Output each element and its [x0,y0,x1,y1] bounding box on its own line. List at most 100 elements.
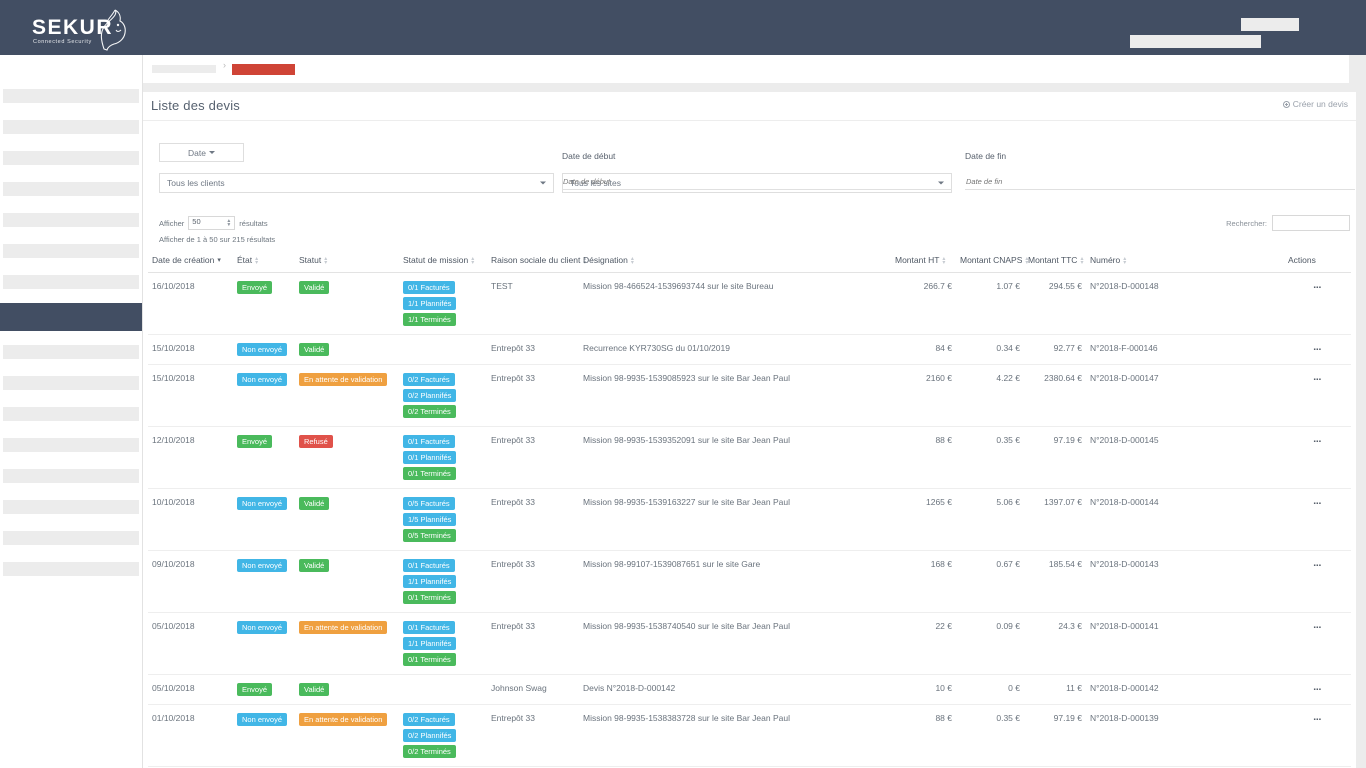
cell-actions: ▪▪▪ [1284,273,1351,335]
cell-etat: Envoyé [233,273,295,335]
right-edge-strip [1356,55,1366,768]
sort-toggle-icon[interactable]: ▴▾ [255,257,258,265]
column-header-montant_ttc[interactable]: Montant TTC▴▾ [1024,252,1086,273]
ellipsis-icon[interactable]: ▪▪▪ [1314,687,1322,693]
sidebar-item-1[interactable] [3,120,139,134]
cell-statut-mission: 0/2 Facturés0/2 Plannifés0/2 Terminés [399,705,487,767]
cell-actions: ▪▪▪ [1284,675,1351,705]
cell-date: 01/10/2018 [148,705,233,767]
ellipsis-icon[interactable]: ▪▪▪ [1314,439,1322,445]
table-row[interactable]: 12/10/2018EnvoyéRefusé0/1 Facturés0/1 Pl… [148,427,1351,489]
sort-toggle-icon[interactable]: ▴▾ [471,257,474,265]
column-header-raison_sociale[interactable]: Raison sociale du client▴▾ [487,252,579,273]
sidebar-item-8[interactable] [3,345,139,359]
ellipsis-icon[interactable]: ▪▪▪ [1314,347,1322,353]
sort-toggle-icon[interactable]: ▴▾ [324,257,327,265]
cell-actions: ▪▪▪ [1284,489,1351,551]
sort-toggle-icon[interactable]: ▴▾ [1080,257,1083,265]
sidebar-item-6[interactable] [3,275,139,289]
sidebar-item-0[interactable] [3,89,139,103]
filters-area: Date Tous les clients Tous les sites Dat… [143,121,1356,216]
brand-logo[interactable]: SEKUR Connected Security [18,6,138,50]
sort-toggle-icon[interactable]: ▴▾ [631,257,634,265]
top-bar: SEKUR Connected Security [0,0,1366,55]
sort-ascending-icon[interactable]: ▾ [217,258,221,264]
page-size-stepper[interactable]: 50 ▲▼ [188,216,235,230]
column-header-numero[interactable]: Numéro▴▾ [1086,252,1284,273]
sidebar-item-13[interactable] [3,500,139,514]
ellipsis-icon[interactable]: ▪▪▪ [1314,285,1322,291]
chevron-down-icon [209,151,215,154]
cell-actions: ▪▪▪ [1284,705,1351,767]
cell-numero: N°2018-D-000145 [1086,427,1284,489]
mission-badge-stack: 0/1 Facturés0/1 Plannifés0/1 Terminés [403,435,483,480]
ellipsis-icon[interactable]: ▪▪▪ [1314,625,1322,631]
date-fin-input[interactable] [965,177,1355,190]
table-row[interactable]: 09/10/2018Non envoyéValidé0/1 Facturés1/… [148,551,1351,613]
topbar-redacted-block-a[interactable] [1241,18,1299,31]
sort-toggle-icon[interactable]: ▴▾ [942,257,945,265]
cell-montant-cnaps: 0.35 € [956,705,1024,767]
cell-montant-ttc: 1397.07 € [1024,489,1086,551]
table-row[interactable]: 10/10/2018Non envoyéValidé0/5 Facturés1/… [148,489,1351,551]
cell-statut: Refusé [295,427,399,489]
cell-etat: Non envoyé [233,705,295,767]
date-debut-input[interactable] [562,177,952,190]
sidebar-item-5[interactable] [3,244,139,258]
status-badge-statut: Validé [299,281,329,294]
ellipsis-icon[interactable]: ▪▪▪ [1314,501,1322,507]
clients-select[interactable]: Tous les clients [159,173,554,193]
sidebar-item-3[interactable] [3,182,139,196]
status-badge-statut: Validé [299,343,329,356]
sidebar-item-11[interactable] [3,438,139,452]
cell-numero: N°2018-D-000139 [1086,705,1284,767]
table-row[interactable]: 15/10/2018Non envoyéValidéEntrepôt 33Rec… [148,335,1351,365]
column-header-designation[interactable]: Désignation▴▾ [579,252,891,273]
table-row[interactable]: 05/10/2018Non envoyéEn attente de valida… [148,613,1351,675]
topbar-redacted-block-b[interactable] [1130,35,1261,48]
status-badge-statut: Validé [299,559,329,572]
cell-montant-ht: 88 € [891,705,956,767]
column-header-montant_ht[interactable]: Montant HT▴▾ [891,252,956,273]
column-header-statut_mission[interactable]: Statut de mission▴▾ [399,252,487,273]
search-input[interactable] [1272,215,1350,231]
cell-raison-sociale: Entrepôt 33 [487,551,579,613]
sort-toggle-icon[interactable]: ▴▾ [1123,257,1126,265]
sidebar-item-9[interactable] [3,376,139,390]
mission-badge: 1/1 Plannifés [403,637,456,650]
page-size-prefix-label: Afficher [159,219,184,228]
stepper-arrows-icon[interactable]: ▲▼ [226,219,231,227]
sidebar-item-2[interactable] [3,151,139,165]
ellipsis-icon[interactable]: ▪▪▪ [1314,377,1322,383]
cell-montant-cnaps: 0 € [956,675,1024,705]
table-row[interactable]: 15/10/2018Non envoyéEn attente de valida… [148,365,1351,427]
column-header-montant_cnaps[interactable]: Montant CNAPS▴▾ [956,252,1024,273]
column-header-date[interactable]: Date de création▾ [148,252,233,273]
mission-badge: 0/1 Terminés [403,653,456,666]
sidebar-item-12[interactable] [3,469,139,483]
sidebar-item-14[interactable] [3,531,139,545]
sidebar-item-4[interactable] [3,213,139,227]
cell-montant-ht: 84 € [891,335,956,365]
breadcrumb-item-parent[interactable] [152,65,216,73]
sidebar-item-15[interactable] [3,562,139,576]
cell-designation: Mission 98-9935-1538740540 sur le site B… [579,613,891,675]
cell-actions: ▪▪▪ [1284,427,1351,489]
cell-montant-ttc: 92.77 € [1024,335,1086,365]
sidebar-item-7[interactable] [0,303,142,331]
breadcrumb-item-current[interactable] [232,64,295,75]
cell-designation: Mission 98-466524-1539693744 sur le site… [579,273,891,335]
column-header-statut[interactable]: Statut▴▾ [295,252,399,273]
ellipsis-icon[interactable]: ▪▪▪ [1314,563,1322,569]
table-row[interactable]: 05/10/2018EnvoyéValidéJohnson SwagDevis … [148,675,1351,705]
column-header-etat[interactable]: État▴▾ [233,252,295,273]
cell-montant-cnaps: 0.34 € [956,335,1024,365]
table-row[interactable]: 01/10/2018Non envoyéEn attente de valida… [148,705,1351,767]
table-row[interactable]: 16/10/2018EnvoyéValidé0/1 Facturés1/1 Pl… [148,273,1351,335]
create-devis-button[interactable]: Créer un devis [1283,99,1348,109]
sidebar-item-10[interactable] [3,407,139,421]
date-filter-button[interactable]: Date [159,143,244,162]
cell-date: 09/10/2018 [148,551,233,613]
ellipsis-icon[interactable]: ▪▪▪ [1314,717,1322,723]
cell-etat: Non envoyé [233,551,295,613]
